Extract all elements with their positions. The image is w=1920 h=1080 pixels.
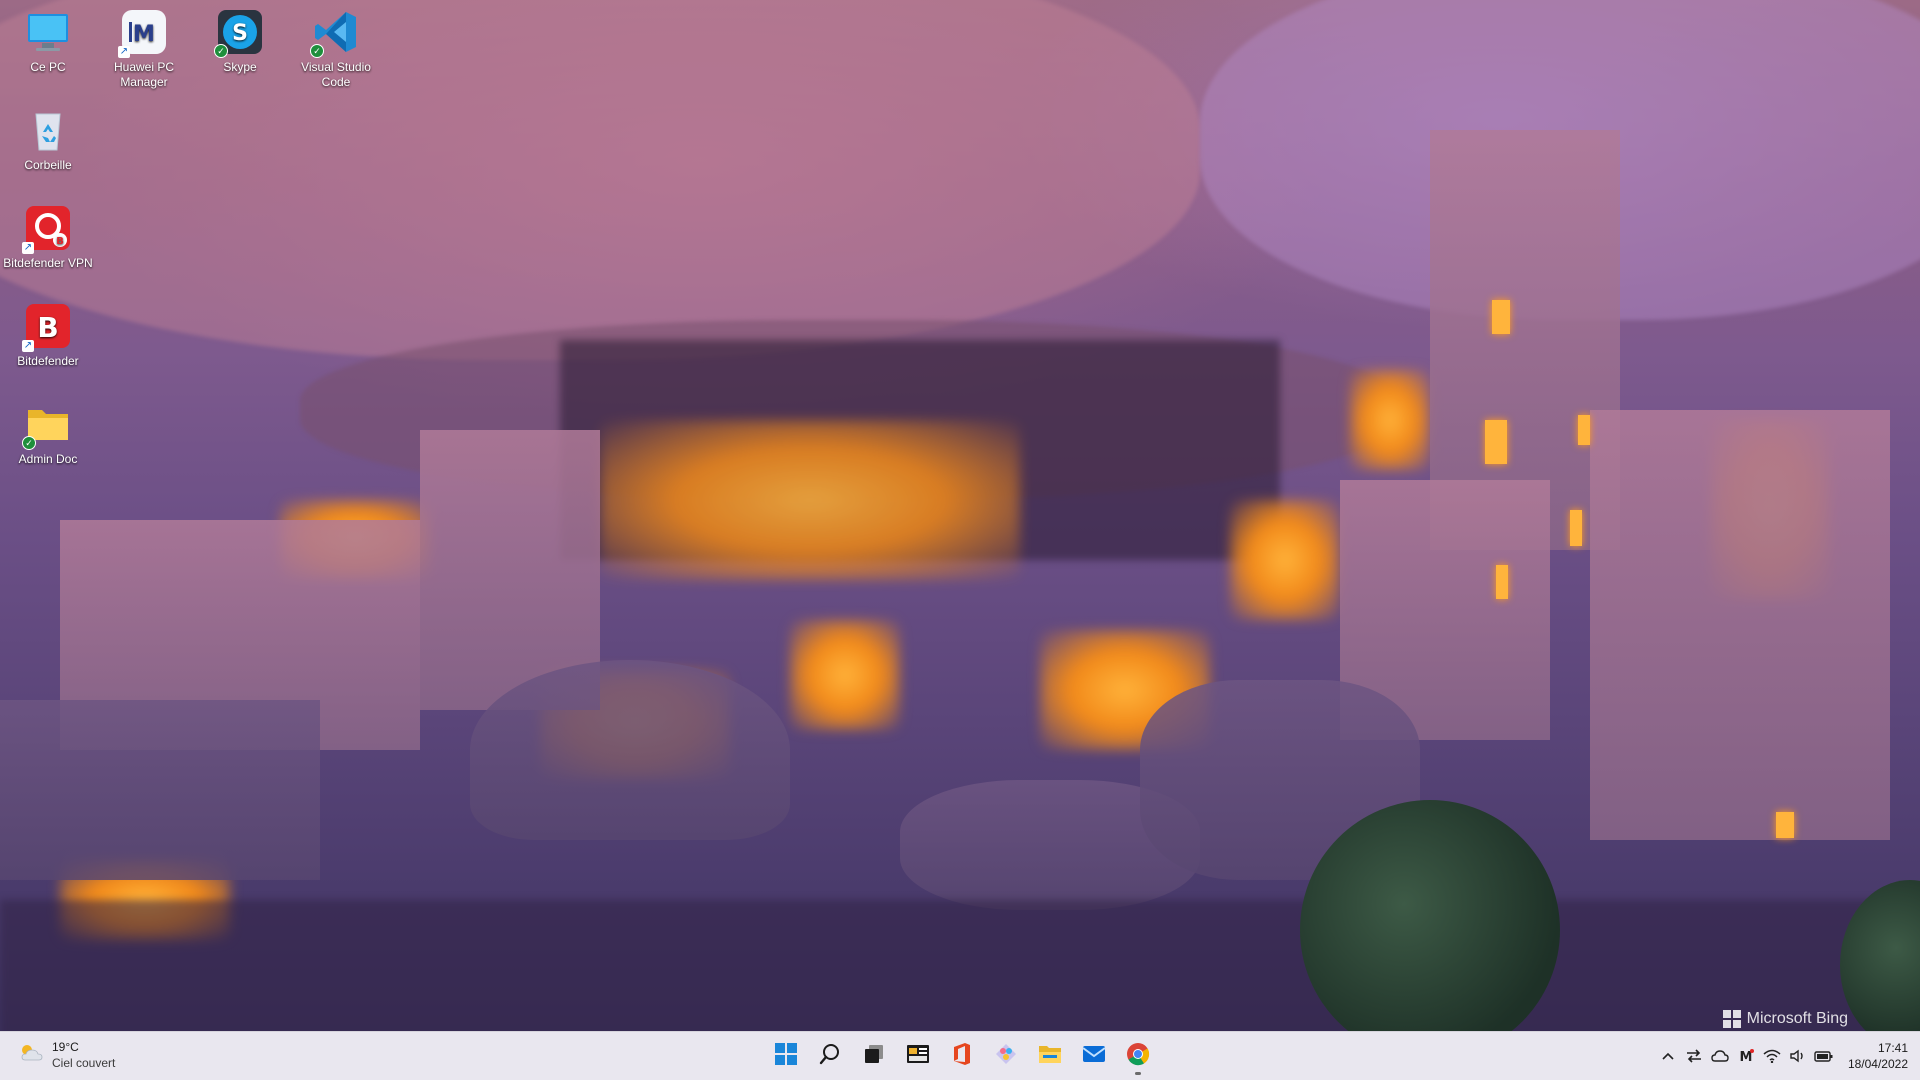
mail-icon bbox=[1082, 1044, 1106, 1069]
folder-icon: ✓ bbox=[22, 400, 72, 450]
search-button[interactable] bbox=[810, 1036, 850, 1076]
clock-date: 18/04/2022 bbox=[1847, 1057, 1908, 1071]
bing-watermark: Microsoft Bing bbox=[1722, 1010, 1848, 1028]
desktop-icon-label: Bitdefender VPN bbox=[3, 256, 93, 270]
volume-icon[interactable] bbox=[1788, 1046, 1808, 1066]
desktop-icon-skype[interactable]: S ✓ Skype bbox=[194, 8, 286, 75]
partly-cloudy-icon bbox=[18, 1042, 44, 1069]
office-icon bbox=[951, 1042, 973, 1071]
chrome-icon bbox=[1126, 1042, 1150, 1071]
bing-watermark-text: Microsoft Bing bbox=[1746, 1010, 1848, 1027]
svg-text:S: S bbox=[232, 21, 248, 46]
desktop-icon-label: Admin Doc bbox=[18, 452, 78, 466]
mail-button[interactable] bbox=[1074, 1036, 1114, 1076]
desktop-icon-admin-doc[interactable]: ✓ Admin Doc bbox=[2, 400, 94, 467]
desktop-icon-bitdefender-vpn[interactable]: B ↗ Bitdefender VPN bbox=[2, 204, 94, 271]
task-view-button[interactable] bbox=[854, 1036, 894, 1076]
system-tray: M bbox=[1658, 1046, 1834, 1066]
start-button[interactable] bbox=[766, 1036, 806, 1076]
onedrive-icon[interactable] bbox=[1710, 1046, 1730, 1066]
widgets-icon bbox=[906, 1043, 930, 1070]
sync-check-icon: ✓ bbox=[22, 436, 36, 450]
desktop-icon-bitdefender[interactable]: B ↗ Bitdefender bbox=[2, 302, 94, 369]
svg-text:B: B bbox=[56, 236, 64, 247]
desktop-icon-label: Ce PC bbox=[30, 60, 66, 74]
huawei-pc-manager-icon: M ↗ bbox=[118, 8, 168, 58]
paint-icon bbox=[994, 1042, 1018, 1071]
weather-temperature: 19°C bbox=[52, 1040, 79, 1054]
skype-icon: S ✓ bbox=[214, 8, 264, 58]
bitdefender-icon: B ↗ bbox=[22, 302, 72, 352]
chrome-button[interactable] bbox=[1118, 1036, 1158, 1076]
search-icon bbox=[819, 1043, 841, 1070]
taskbar-pinned-apps bbox=[766, 1036, 1158, 1076]
desktop-icon-label: Corbeille bbox=[24, 158, 72, 172]
desktop-icon-ce-pc[interactable]: Ce PC bbox=[2, 8, 94, 75]
recycle-bin-icon bbox=[24, 106, 72, 154]
computer-icon bbox=[24, 8, 72, 56]
vscode-icon: ✓ bbox=[310, 8, 360, 58]
svg-text:M: M bbox=[133, 22, 155, 47]
windows-start-icon bbox=[775, 1042, 797, 1070]
desktop-icon-corbeille[interactable]: Corbeille bbox=[2, 106, 94, 173]
desktop-icon-label: Bitdefender bbox=[17, 354, 79, 368]
desktop-wallpaper bbox=[0, 0, 1920, 1032]
svg-text:B: B bbox=[37, 311, 58, 344]
folder-icon bbox=[1038, 1043, 1062, 1070]
wifi-icon[interactable] bbox=[1762, 1046, 1782, 1066]
shortcut-arrow-icon: ↗ bbox=[118, 46, 130, 58]
bitdefender-vpn-icon: B ↗ bbox=[22, 204, 72, 254]
desktop-icon-vscode[interactable]: ✓ Visual Studio Code bbox=[290, 8, 382, 90]
desktop-icon-label: Huawei PC Manager bbox=[113, 60, 175, 89]
battery-icon[interactable] bbox=[1814, 1046, 1834, 1066]
sync-check-icon: ✓ bbox=[310, 44, 324, 58]
file-explorer-button[interactable] bbox=[1030, 1036, 1070, 1076]
desktop-icon-huawei-pc-manager[interactable]: M ↗ Huawei PC Manager bbox=[98, 8, 190, 90]
running-indicator bbox=[1135, 1072, 1141, 1075]
sync-check-icon: ✓ bbox=[214, 44, 228, 58]
office-button[interactable] bbox=[942, 1036, 982, 1076]
taskbar-clock[interactable]: 17:41 18/04/2022 bbox=[1848, 1040, 1908, 1072]
weather-widget[interactable]: 19°C Ciel couvert bbox=[18, 1039, 115, 1071]
network-transfer-icon[interactable] bbox=[1684, 1046, 1704, 1066]
desktop-icon-label: Visual Studio Code bbox=[301, 60, 371, 89]
shortcut-arrow-icon: ↗ bbox=[22, 340, 34, 352]
chevron-up-icon[interactable] bbox=[1658, 1046, 1678, 1066]
task-view-icon bbox=[863, 1043, 885, 1070]
clock-time: 17:41 bbox=[1877, 1041, 1908, 1055]
weather-condition: Ciel couvert bbox=[52, 1056, 116, 1070]
taskbar: 19°C Ciel couvert M 17:41 18/04/2022 bbox=[0, 1031, 1920, 1080]
widgets-button[interactable] bbox=[898, 1036, 938, 1076]
paint-button[interactable] bbox=[986, 1036, 1026, 1076]
shortcut-arrow-icon: ↗ bbox=[22, 242, 34, 254]
desktop-icon-label: Skype bbox=[223, 60, 257, 74]
huawei-icon[interactable]: M bbox=[1736, 1046, 1756, 1066]
microsoft-logo-icon bbox=[1722, 1010, 1741, 1028]
